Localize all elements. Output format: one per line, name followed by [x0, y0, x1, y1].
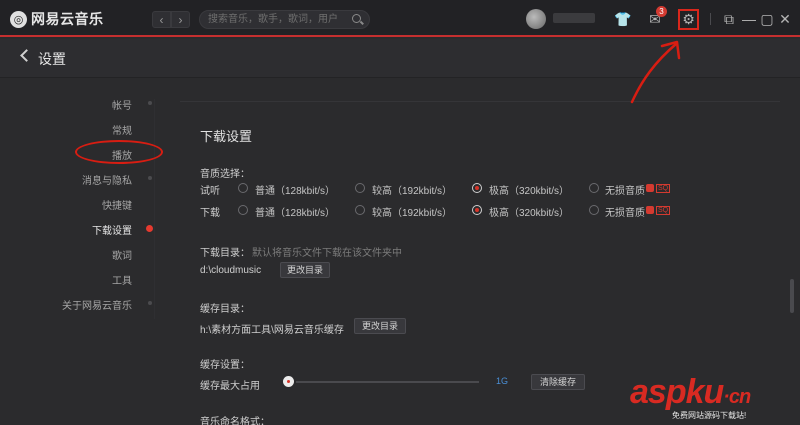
- content-scrollbar[interactable]: [790, 279, 794, 313]
- vip-badge-icon: [646, 206, 654, 214]
- watermark-suffix: ·cn: [723, 386, 751, 408]
- sq-tag: SQ: [656, 206, 671, 215]
- sidenav-item-shortcuts[interactable]: 快捷键: [102, 197, 132, 212]
- sidenav-item-tools[interactable]: 工具: [112, 272, 132, 287]
- mini-mode-icon[interactable]: ⧉: [720, 10, 738, 28]
- quality-label: 音质选择：: [200, 169, 250, 180]
- option-label: 较高（192kbit/s）: [372, 186, 453, 197]
- app-name: 网易云音乐: [31, 11, 104, 27]
- option-label: 极高（320kbit/s）: [489, 208, 570, 219]
- close-icon[interactable]: ✕: [776, 10, 794, 28]
- watermark-text: aspku·cn: [630, 373, 751, 412]
- sidenav-dot: [148, 176, 152, 180]
- sidenav-item-general[interactable]: 常规: [112, 122, 132, 137]
- cache-slider-thumb[interactable]: [282, 376, 294, 387]
- cache-dir-value: h:\素材方面工具\网易云音乐缓存: [200, 325, 344, 336]
- maximize-icon[interactable]: ▢: [758, 10, 776, 28]
- download-dir-value: d:\cloudmusic: [200, 265, 262, 276]
- settings-gear-icon[interactable]: ⚙: [678, 9, 699, 30]
- option-label: 较高（192kbit/s）: [372, 208, 453, 219]
- sidenav-item-about[interactable]: 关于网易云音乐: [62, 297, 132, 312]
- sidenav-track: [154, 99, 155, 319]
- download-radio-lossless[interactable]: [589, 205, 599, 215]
- forward-button[interactable]: ›: [171, 11, 190, 28]
- download-radio-high[interactable]: [355, 205, 365, 215]
- cache-settings-label: 缓存设置：: [200, 360, 250, 371]
- sq-tag: SQ: [656, 184, 671, 193]
- clear-cache-button[interactable]: 清除缓存: [531, 374, 585, 390]
- page-header: 设置: [0, 39, 800, 78]
- cache-size-slider[interactable]: [284, 381, 479, 383]
- download-dir-label: 下载目录：: [200, 248, 250, 259]
- settings-sidenav: 帐号 常规 播放 消息与隐私 快捷键 下载设置 歌词 工具 关于网易云音乐: [0, 79, 160, 425]
- sidenav-item-download[interactable]: 下载设置: [92, 222, 132, 237]
- page-title: 设置: [38, 51, 66, 67]
- cache-max-label: 缓存最大占用: [200, 381, 260, 392]
- username-blurred[interactable]: [553, 13, 595, 23]
- preview-radio-high[interactable]: [355, 183, 365, 193]
- sidenav-item-lyrics[interactable]: 歌词: [112, 247, 132, 262]
- download-radio-normal[interactable]: [238, 205, 248, 215]
- preview-radio-lossless[interactable]: [589, 183, 599, 193]
- option-label: 无损音质: [605, 186, 645, 197]
- search-icon[interactable]: [352, 14, 361, 23]
- back-button[interactable]: ‹: [152, 11, 171, 28]
- naming-format-label: 音乐命名格式：: [200, 417, 270, 425]
- title-bar: ◎ 网易云音乐 ‹ › 搜索音乐，歌手，歌词，用户 👕 ✉ 3 ⚙ ⧉ — ▢ …: [0, 0, 800, 37]
- sidenav-active-dot: [146, 225, 153, 232]
- sidenav-item-account[interactable]: 帐号: [112, 97, 132, 112]
- download-section-title: 下载设置: [200, 129, 253, 144]
- option-label: 极高（320kbit/s）: [489, 186, 570, 197]
- sidenav-dot: [148, 301, 152, 305]
- download-radio-extreme[interactable]: [472, 205, 482, 215]
- download-dir-hint: 默认将音乐文件下载在该文件夹中: [252, 248, 402, 259]
- message-count-badge: 3: [656, 6, 667, 17]
- option-label: 普通（128kbit/s）: [255, 186, 336, 197]
- sidenav-dot: [148, 101, 152, 105]
- skin-shirt-icon[interactable]: 👕: [614, 10, 632, 28]
- search-input[interactable]: 搜索音乐，歌手，歌词，用户: [199, 10, 370, 29]
- option-label: 普通（128kbit/s）: [255, 208, 336, 219]
- section-divider: [180, 101, 780, 102]
- cache-dir-label: 缓存目录：: [200, 304, 250, 315]
- preview-radio-normal[interactable]: [238, 183, 248, 193]
- watermark-main: aspku: [630, 373, 724, 411]
- cache-max-value: 1G: [496, 376, 509, 386]
- avatar[interactable]: [526, 9, 546, 29]
- netease-logo-icon: ◎: [10, 10, 27, 28]
- download-quality-label: 下载: [200, 208, 220, 219]
- preview-radio-extreme[interactable]: [472, 183, 482, 193]
- minimize-icon[interactable]: —: [740, 10, 758, 28]
- change-download-dir-button[interactable]: 更改目录: [280, 262, 330, 278]
- back-chevron-icon[interactable]: [20, 49, 33, 62]
- app-logo[interactable]: ◎ 网易云音乐: [10, 9, 104, 29]
- titlebar-divider: [710, 13, 711, 25]
- preview-quality-label: 试听: [200, 186, 220, 197]
- sidenav-item-privacy[interactable]: 消息与隐私: [82, 172, 132, 187]
- watermark-subtitle: 免费网站源码下载站!: [672, 411, 747, 420]
- vip-badge-icon: [646, 184, 654, 192]
- change-cache-dir-button[interactable]: 更改目录: [354, 318, 406, 334]
- option-label: 无损音质: [605, 208, 645, 219]
- highlight-circle: [75, 140, 163, 164]
